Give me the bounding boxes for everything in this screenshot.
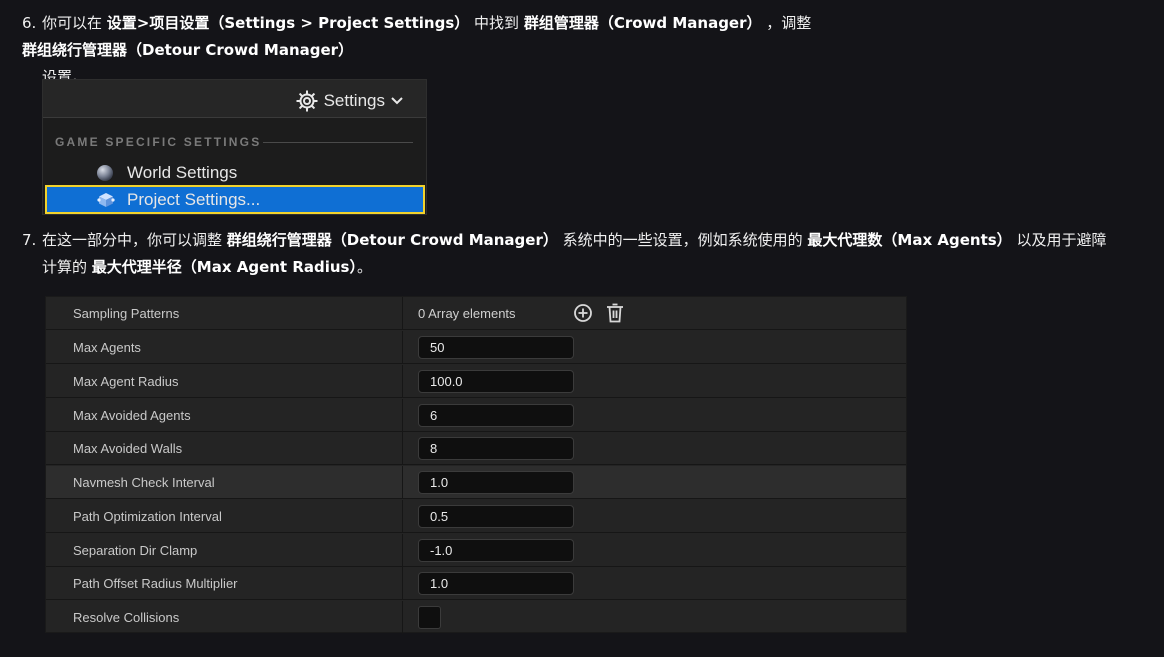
menu-item-world-settings[interactable]: World Settings — [45, 160, 425, 186]
path-offset-radius-multiplier-input[interactable]: 1.0 — [418, 572, 574, 595]
step-bold-settings-path: 设置>项目设置（Settings > Project Settings） — [106, 14, 470, 32]
property-name: Separation Dir Clamp — [46, 534, 403, 566]
max-agent-radius-input[interactable]: 100.0 — [418, 370, 574, 393]
property-row-max-agent-radius: Max Agent Radius 100.0 — [46, 365, 906, 398]
step-bold-max-agents: 最大代理数（Max Agents） — [807, 231, 1012, 249]
detour-crowd-manager-panel: Sampling Patterns 0 Array elements Max A… — [45, 296, 907, 634]
step-7-paragraph: 7. 在这一部分中，你可以调整 群组绕行管理器（Detour Crowd Mana… — [22, 227, 1147, 281]
settings-button[interactable]: Settings — [295, 89, 404, 113]
navmesh-check-interval-input[interactable]: 1.0 — [418, 471, 574, 494]
gear-icon — [296, 90, 318, 112]
settings-button-label: Settings — [323, 91, 385, 110]
step-text: ，调整 — [761, 14, 812, 32]
step-text: 在这一部分中，你可以调整 — [42, 231, 227, 249]
step-text: 。 — [356, 258, 372, 276]
array-count: 0 Array elements — [418, 306, 516, 321]
menu-section-title: GAME SPECIFIC SETTINGS — [55, 135, 262, 149]
max-agents-input[interactable]: 50 — [418, 336, 574, 359]
max-avoided-agents-input[interactable]: 6 — [418, 404, 574, 427]
property-name: Max Avoided Agents — [46, 399, 403, 431]
property-row-navmesh-check-interval: Navmesh Check Interval 1.0 — [46, 466, 906, 499]
menu-item-project-settings[interactable]: Project Settings... — [45, 185, 425, 214]
menu-item-label: World Settings — [127, 163, 238, 182]
step-bold-max-agent-radius: 最大代理半径（Max Agent Radius） — [91, 258, 357, 276]
trash-icon[interactable] — [606, 303, 624, 323]
chevron-down-icon — [391, 97, 403, 105]
max-avoided-walls-input[interactable]: 8 — [418, 437, 574, 460]
settings-dropdown-menu: Settings GAME SPECIFIC SETTINGS World Se… — [42, 79, 427, 215]
property-row-path-optimization-interval: Path Optimization Interval 0.5 — [46, 500, 906, 533]
globe-icon — [97, 165, 113, 181]
add-element-icon[interactable] — [573, 303, 593, 323]
property-row-max-agents: Max Agents 50 — [46, 331, 906, 364]
property-name: Path Optimization Interval — [46, 500, 403, 532]
step-text: 计算的 — [42, 258, 92, 276]
step-text: 系统中的一些设置，例如系统使用的 — [557, 231, 808, 249]
menu-item-label: Project Settings... — [127, 189, 261, 209]
property-name: Max Agents — [46, 331, 403, 363]
step-number: 7. — [22, 231, 37, 249]
property-row-separation-dir-clamp: Separation Dir Clamp -1.0 — [46, 534, 906, 567]
separation-dir-clamp-input[interactable]: -1.0 — [418, 539, 574, 562]
property-row-path-offset-radius-multiplier: Path Offset Radius Multiplier 1.0 — [46, 567, 906, 600]
project-cube-icon — [97, 193, 115, 207]
property-name: Max Agent Radius — [46, 365, 403, 397]
section-divider — [263, 142, 413, 143]
property-row-sampling-patterns: Sampling Patterns 0 Array elements — [46, 297, 906, 330]
property-row-resolve-collisions: Resolve Collisions — [46, 601, 906, 634]
property-row-max-avoided-agents: Max Avoided Agents 6 — [46, 399, 906, 432]
resolve-collisions-checkbox[interactable] — [418, 606, 441, 629]
path-optimization-interval-input[interactable]: 0.5 — [418, 505, 574, 528]
step-bold-detour-crowd-manager: 群组绕行管理器（Detour Crowd Manager） — [22, 41, 354, 59]
toolbar: Settings — [43, 80, 426, 118]
step-bold-crowd-manager: 群组管理器（Crowd Manager） — [523, 14, 762, 32]
step-text: 中找到 — [469, 14, 524, 32]
property-name: Max Avoided Walls — [46, 432, 403, 464]
step-text: 你可以在 — [42, 14, 107, 32]
property-name: Resolve Collisions — [46, 601, 403, 634]
step-number: 6. — [22, 14, 37, 32]
step-text: 以及用于避障 — [1011, 231, 1107, 249]
property-name: Sampling Patterns — [46, 297, 403, 329]
property-name: Navmesh Check Interval — [46, 466, 403, 498]
property-row-max-avoided-walls: Max Avoided Walls 8 — [46, 432, 906, 465]
step-bold-detour-crowd-manager: 群组绕行管理器（Detour Crowd Manager） — [226, 231, 558, 249]
property-name: Path Offset Radius Multiplier — [46, 567, 403, 599]
